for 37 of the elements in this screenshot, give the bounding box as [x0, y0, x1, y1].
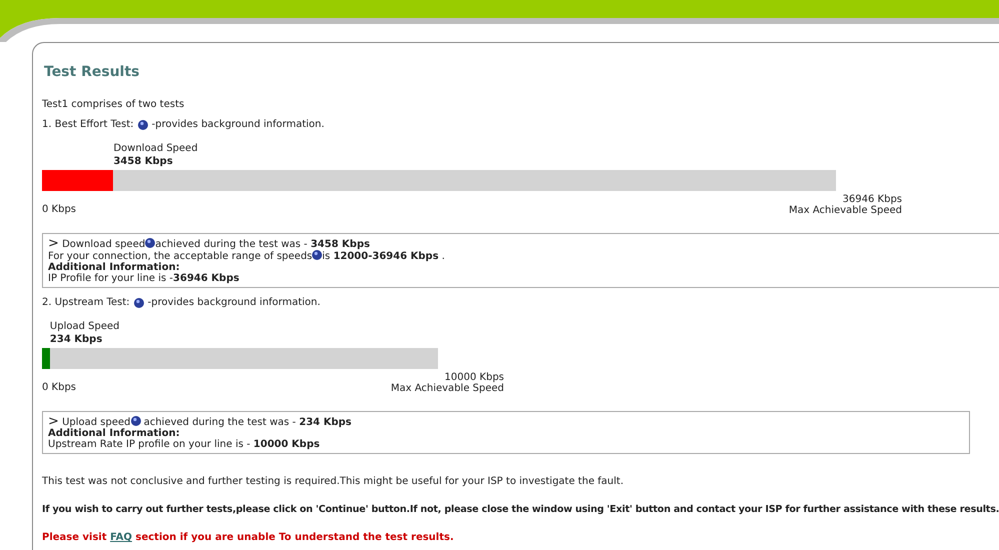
- info-text: IP Profile for your line is -36946 Kbps: [48, 273, 240, 284]
- note-text: This test was not conclusive and further testing is required.This might be useful for your ISP to investigate the fault.: [42, 476, 625, 487]
- test-description: -provides background information.: [152, 119, 324, 130]
- info-text: is 12000-36946 Kbps .: [322, 251, 445, 262]
- test-heading: 1. Best Effort Test:: [42, 119, 134, 130]
- info-text: For your connection, the acceptable range of speeds: [48, 251, 312, 262]
- faq-link[interactable]: FAQ: [110, 532, 132, 543]
- speed-label: Download Speed: [113, 142, 199, 155]
- info-text: achieved during the test was - 234 Kbps: [142, 417, 352, 428]
- min-speed-label: 0 Kbps: [42, 382, 76, 393]
- help-icon[interactable]: [312, 250, 322, 260]
- max-speed-label: Max Achievable Speed: [788, 205, 902, 216]
- test-heading: 2. Upstream Test:: [42, 297, 130, 308]
- max-speed-value: 36946 Kbps: [842, 194, 902, 205]
- info-text: achieved during the test was - 3458 Kbps: [155, 239, 370, 250]
- arrow-marker: >: [48, 236, 59, 251]
- help-icon[interactable]: [138, 120, 148, 130]
- help-icon[interactable]: [145, 238, 156, 248]
- page-title: Test Results: [44, 64, 140, 80]
- info-text: Upload speed: [62, 417, 131, 428]
- instruction-text: If you wish to carry out further tests,please click on 'Continue' button.If not, please close the window using 'Exit' button and contact your ISP for further assistance with these results.: [42, 504, 999, 515]
- help-icon[interactable]: [130, 416, 141, 426]
- info-heading: Additional Information:: [48, 262, 180, 273]
- max-speed-value: 10000 Kbps: [444, 372, 504, 383]
- speed-label: Upload Speed: [50, 320, 120, 333]
- speed-value: 234 Kbps: [50, 333, 104, 346]
- speed-value: 3458 Kbps: [113, 155, 174, 168]
- intro-text: Test1 comprises of two tests: [42, 99, 186, 110]
- min-speed-label: 0 Kbps: [42, 204, 76, 215]
- faq-notice: Please visit FAQ section if you are unable To understand the test results.: [42, 532, 455, 543]
- info-text: Upstream Rate IP profile on your line is - 10000 Kbps: [48, 439, 320, 450]
- info-text: Download speed: [62, 239, 146, 250]
- max-speed-label: Max Achievable Speed: [390, 383, 504, 394]
- arrow-marker: >: [48, 414, 59, 429]
- help-icon[interactable]: [134, 298, 144, 308]
- test-description: -provides background information.: [148, 297, 320, 308]
- info-heading: Additional Information:: [48, 428, 180, 439]
